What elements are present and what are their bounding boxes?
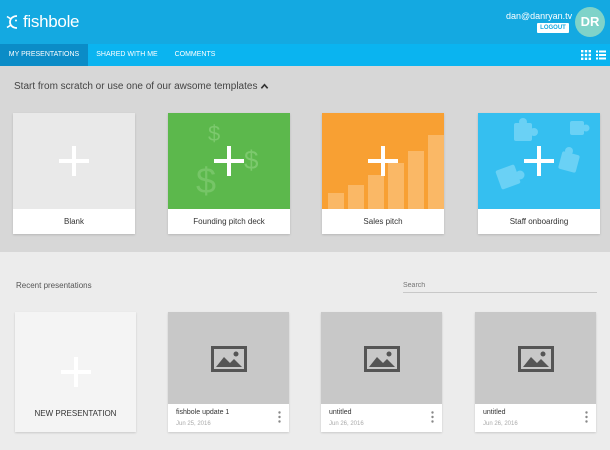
avatar[interactable]: DR [575,7,605,37]
template-art-puzzle [478,113,600,209]
presentation-name: untitled [483,409,506,416]
templates-title-text: Start from scratch or use one of our aws… [14,81,258,92]
image-placeholder-icon [518,346,554,372]
templates-title[interactable]: Start from scratch or use one of our aws… [14,81,269,92]
template-card-founding-pitch[interactable]: $ $ $ Founding pitch deck [168,113,290,234]
template-label: Blank [63,217,84,226]
app-header: fishbole dan@danryan.tv LOGOUT DR [0,0,610,44]
template-card-blank[interactable]: Blank [13,113,135,234]
template-label: Founding pitch deck [193,217,265,226]
template-card-staff-onboarding[interactable]: Staff onboarding [478,113,600,234]
more-options-icon[interactable] [431,411,434,423]
svg-text:$: $ [244,145,259,175]
presentation-date: Jun 26, 2016 [483,421,518,427]
templates-section: Start from scratch or use one of our aws… [0,66,610,252]
template-label: Sales pitch [363,217,403,226]
presentation-thumbnail [321,312,442,404]
recent-title: Recent presentations [16,281,92,290]
image-placeholder-icon [364,346,400,372]
template-art-bargraph [322,113,444,209]
plus-icon [524,146,554,176]
plus-icon [59,146,89,176]
fish-logo-icon [6,15,18,29]
app-name: fishbole [23,12,80,31]
grid-view-icon[interactable] [581,50,591,60]
presentation-card[interactable]: fishbole update 1 Jun 25, 2016 [168,312,289,432]
image-placeholder-icon [211,346,247,372]
tab-bar: MY PRESENTATIONS SHARED WITH ME COMMENTS [0,44,610,66]
more-options-icon[interactable] [278,411,281,423]
tab-shared-with-me[interactable]: SHARED WITH ME [88,44,166,66]
template-label: Staff onboarding [509,217,569,226]
svg-text:$: $ [208,121,220,146]
new-presentation-card[interactable]: NEW PRESENTATION [15,312,136,432]
tab-comments[interactable]: COMMENTS [166,44,224,66]
logout-button[interactable]: LOGOUT [537,23,569,33]
user-email: dan@danryan.tv [506,11,573,21]
template-art-dollars: $ $ $ [168,113,290,209]
search-input[interactable] [403,279,597,293]
chevron-up-icon[interactable] [260,82,269,91]
list-view-icon[interactable] [596,50,606,60]
presentation-name: fishbole update 1 [176,409,230,416]
plus-icon [368,146,398,176]
plus-icon [61,357,91,387]
presentation-date: Jun 26, 2016 [329,421,364,427]
presentation-card[interactable]: untitled Jun 26, 2016 [475,312,596,432]
plus-icon [214,146,244,176]
presentation-thumbnail [168,312,289,404]
presentation-thumbnail [475,312,596,404]
presentation-date: Jun 25, 2016 [176,421,211,427]
template-art-blank [13,113,135,209]
tab-my-presentations[interactable]: MY PRESENTATIONS [0,44,88,66]
new-presentation-label: NEW PRESENTATION [34,409,117,418]
presentation-name: untitled [329,409,352,416]
more-options-icon[interactable] [585,411,588,423]
presentation-card[interactable]: untitled Jun 26, 2016 [321,312,442,432]
app-logo[interactable]: fishbole [6,12,80,32]
template-card-sales-pitch[interactable]: Sales pitch [322,113,444,234]
